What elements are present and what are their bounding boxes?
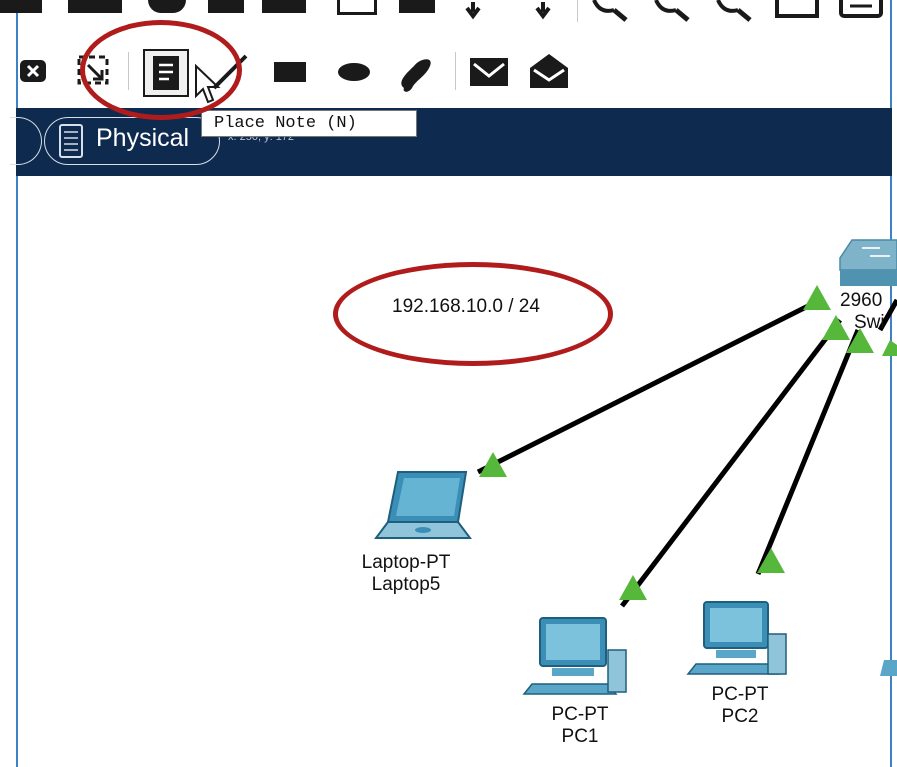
device-name-label: PC2 — [721, 706, 759, 727]
laptop-icon[interactable] — [374, 471, 472, 539]
device-name-label: PC1 — [561, 726, 599, 747]
link-pc1-switch[interactable] — [620, 318, 842, 608]
pc-icon[interactable] — [880, 660, 897, 676]
link-up-indicator — [882, 340, 897, 356]
device-type-label: PC-PT — [711, 684, 769, 705]
device-name-label: Laptop5 — [371, 574, 441, 595]
link-pc2-switch[interactable] — [755, 329, 861, 575]
pc2-label: PC-PT PC2 — [690, 684, 790, 728]
switch-name-label: Swi — [854, 312, 885, 333]
switch-model-label: 2960 — [840, 290, 883, 311]
device-type-label: PC-PT — [551, 704, 609, 725]
switch-icon[interactable] — [839, 239, 897, 286]
laptop5-label: Laptop-PT Laptop5 — [346, 552, 466, 596]
pc1-label: PC-PT PC1 — [530, 704, 630, 748]
pc-icon[interactable] — [686, 601, 787, 675]
highlight-ellipse-note-tool — [80, 20, 242, 120]
pc-icon[interactable] — [522, 617, 627, 695]
device-type-label: Laptop-PT — [361, 552, 451, 573]
link-up-indicator — [803, 285, 831, 310]
highlight-ellipse-note — [333, 262, 613, 366]
switch-label: 2960 Swi — [840, 290, 885, 334]
link-up-indicator — [479, 452, 507, 477]
